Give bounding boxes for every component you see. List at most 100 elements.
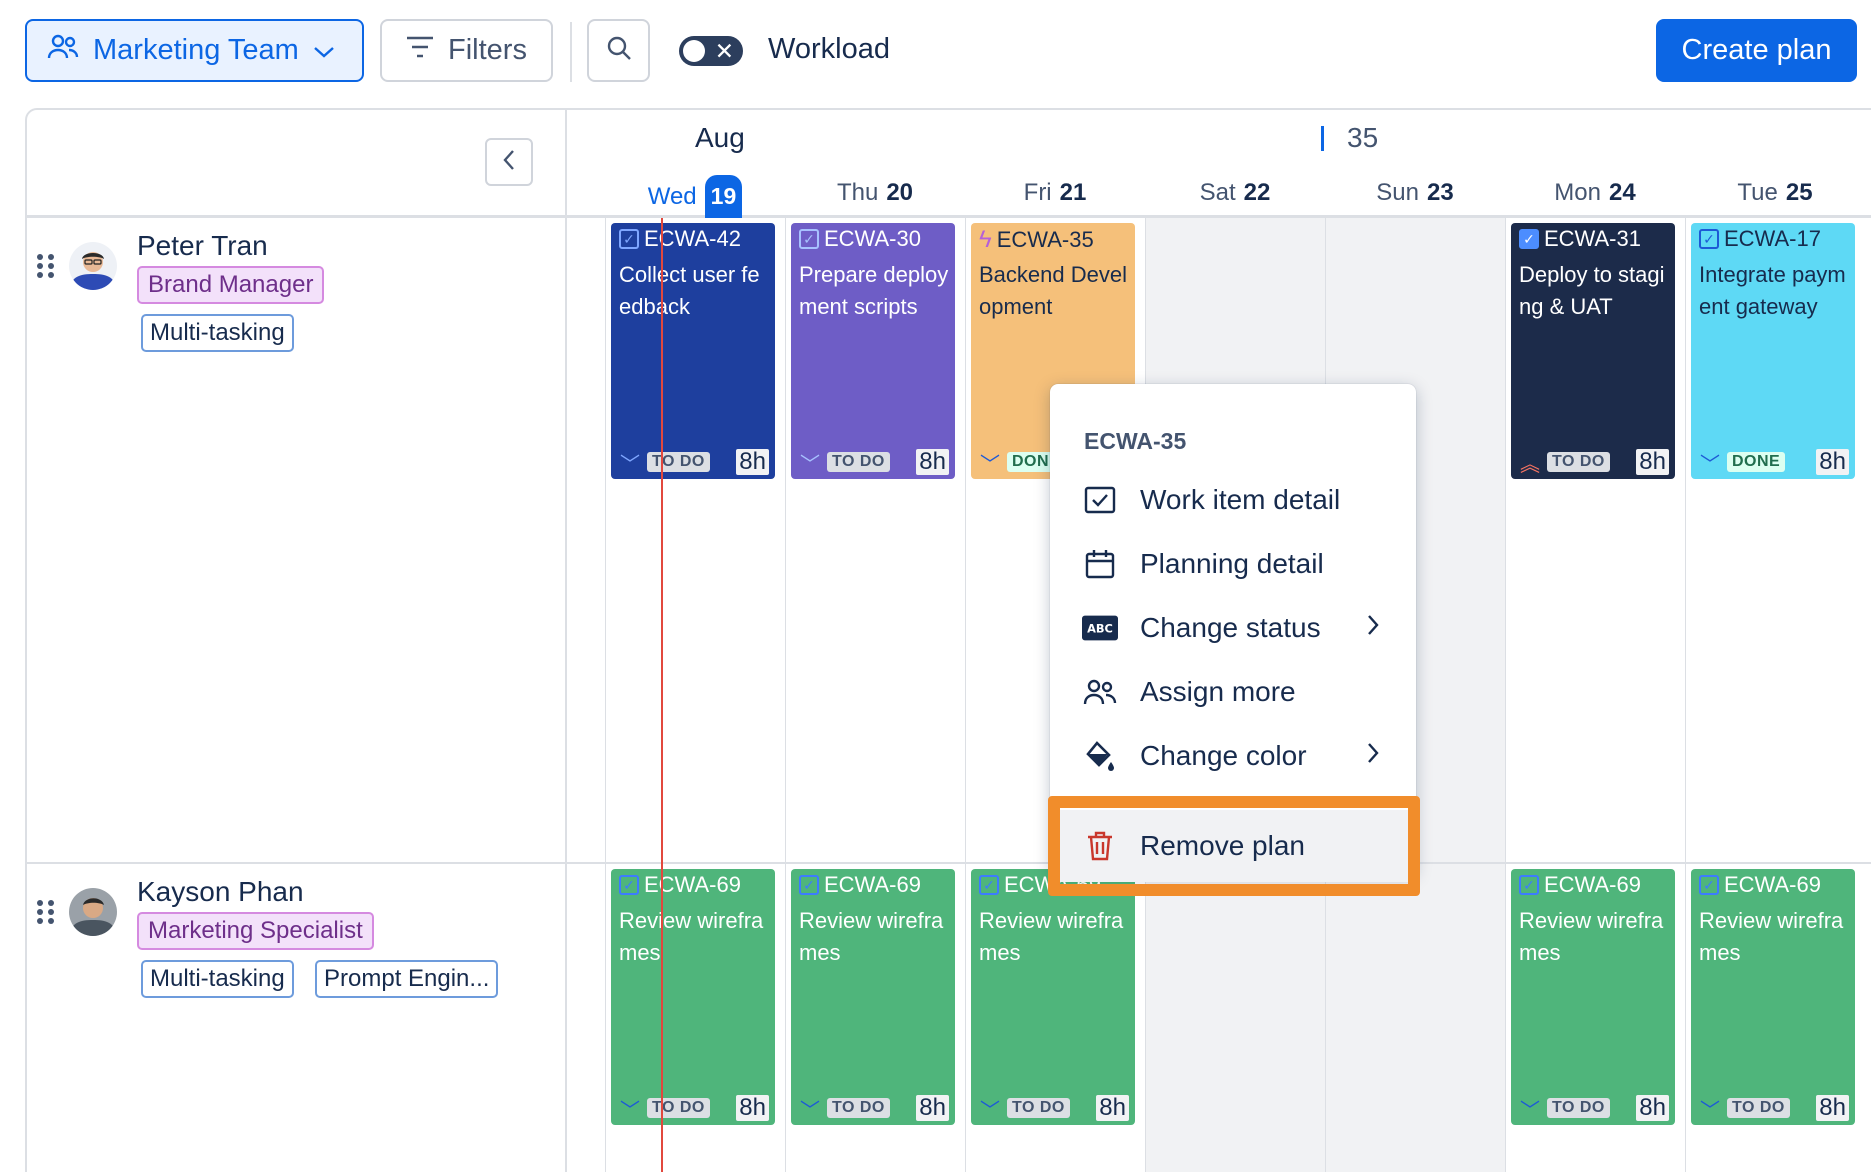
status-badge: TO DO: [647, 452, 710, 472]
drag-handle-icon[interactable]: [37, 900, 55, 924]
people-column-divider: [565, 108, 567, 1172]
checkbox-icon: [1082, 482, 1118, 518]
card-key-text: ECWA-31: [1544, 226, 1641, 251]
menu-item-label: Planning detail: [1140, 548, 1324, 579]
role-tag: Brand Manager: [137, 266, 325, 304]
plan-card-ecwa-31[interactable]: ✓ ECWA-31 Deploy to staging & UAT ︽ TO DO 8…: [1511, 223, 1675, 479]
menu-item-change-status[interactable]: ABC Change status: [1050, 600, 1416, 656]
priority-low-icon: ﹀: [980, 453, 1000, 476]
toolbar: Marketing Team Filters ✕ Workload Create…: [0, 0, 1871, 100]
plan-card-ecwa-42[interactable]: ✓ ECWA-42 Collect user feedback ﹀ TO DO 8h: [611, 223, 775, 479]
hours-badge: 8h: [1636, 1095, 1669, 1121]
card-footer: ︽ TO DO 8h: [1519, 449, 1669, 476]
card-key: ✓ ECWA-17: [1699, 226, 1821, 252]
check-icon: ✓: [799, 875, 819, 895]
menu-item-change-color[interactable]: Change color: [1050, 728, 1416, 784]
trash-icon: [1082, 828, 1118, 864]
collapse-panel-button[interactable]: [485, 138, 533, 186]
menu-item-label: Assign more: [1140, 676, 1296, 707]
priority-low-icon: ﹀: [1700, 1099, 1720, 1122]
epic-lightning-icon: ϟ: [979, 226, 992, 253]
priority-low-icon: ﹀: [1700, 453, 1720, 476]
day-header-sat: Sat 22: [1145, 179, 1325, 207]
card-title: Review wireframes: [1699, 908, 1844, 965]
priority-low-icon: ﹀: [980, 1099, 1000, 1122]
skill-tag: Multi-tasking: [141, 960, 294, 998]
priority-low-icon: ﹀: [800, 1099, 820, 1122]
abc-icon: ABC: [1082, 610, 1118, 646]
skill-tag: Prompt Engin...: [315, 960, 499, 998]
team-selector-label: Marketing Team: [93, 34, 299, 66]
avatar: [69, 242, 117, 290]
priority-low-icon: ﹀: [800, 453, 820, 476]
workload-toggle[interactable]: ✕: [679, 36, 743, 66]
hours-badge: 8h: [916, 449, 949, 475]
plan-card-ecwa-69[interactable]: ✓ ECWA-69 Review wireframes ﹀ TO DO 8h: [791, 869, 955, 1125]
search-icon: [606, 35, 632, 66]
create-plan-button[interactable]: Create plan: [1656, 19, 1857, 82]
card-key-text: ECWA-17: [1724, 226, 1821, 251]
priority-low-icon: ﹀: [1520, 1099, 1540, 1122]
priority-low-icon: ﹀: [620, 453, 640, 476]
week-marker: [1321, 126, 1324, 151]
plan-card-ecwa-69[interactable]: ✓ ECWA-69 Review wireframes ﹀ TO DO 8h: [1511, 869, 1675, 1125]
check-icon: ✓: [619, 875, 639, 895]
status-badge: TO DO: [647, 1098, 710, 1118]
check-icon: ✓: [1699, 875, 1719, 895]
card-title: Review wireframes: [979, 908, 1124, 965]
hours-badge: 8h: [736, 1095, 769, 1121]
search-button[interactable]: [587, 19, 650, 82]
plan-card-ecwa-17[interactable]: ✓ ECWA-17 Integrate payment gateway ﹀ DONE…: [1691, 223, 1855, 479]
day-header-wed: Wed 19: [605, 175, 785, 218]
status-badge: TO DO: [1007, 1098, 1070, 1118]
day-header-tue: Tue 25: [1685, 179, 1865, 207]
card-footer: ﹀ TO DO 8h: [619, 449, 769, 476]
card-footer: ﹀ TO DO 8h: [799, 449, 949, 476]
card-key: ✓ ECWA-69: [1519, 872, 1641, 898]
hours-badge: 8h: [916, 1095, 949, 1121]
card-footer: ﹀ TO DO 8h: [799, 1095, 949, 1122]
team-selector-button[interactable]: Marketing Team: [25, 19, 364, 82]
role-tag: Marketing Specialist: [137, 912, 374, 950]
drag-handle-icon[interactable]: [37, 254, 55, 278]
check-icon: ✓: [1519, 875, 1539, 895]
card-key: ✓ ECWA-69: [1699, 872, 1821, 898]
card-footer: ﹀ TO DO 8h: [1699, 1095, 1849, 1122]
card-title: Deploy to staging & UAT: [1519, 262, 1665, 319]
menu-item-label: Change status: [1140, 612, 1321, 643]
menu-item-work-item-detail[interactable]: Work item detail: [1050, 472, 1416, 528]
card-key-text: ECWA-30: [824, 226, 921, 251]
day-number: 22: [1243, 179, 1271, 206]
hours-badge: 8h: [1096, 1095, 1129, 1121]
filter-icon: [406, 34, 434, 67]
status-badge: TO DO: [827, 452, 890, 472]
day-number: 24: [1608, 179, 1636, 206]
menu-item-assign-more[interactable]: Assign more: [1050, 664, 1416, 720]
check-icon: ✓: [799, 229, 819, 249]
chevron-left-icon: [502, 147, 516, 178]
plan-card-ecwa-69[interactable]: ✓ ECWA-69 Review wireframes ﹀ TO DO 8h: [1691, 869, 1855, 1125]
card-key: ✓ ECWA-69: [619, 872, 741, 898]
context-menu: ECWA-35 Work item detail Planning detail…: [1050, 384, 1416, 874]
card-key-text: ECWA-69: [644, 872, 741, 897]
hours-badge: 8h: [736, 449, 769, 475]
chevron-right-icon: [1366, 740, 1380, 772]
plan-card-ecwa-30[interactable]: ✓ ECWA-30 Prepare deployment scripts ﹀ TO …: [791, 223, 955, 479]
plan-card-ecwa-69[interactable]: ✓ ECWA-69 Review wireframes ﹀ TO DO 8h: [611, 869, 775, 1125]
menu-item-remove-plan[interactable]: Remove plan: [1060, 810, 1408, 882]
card-key: ✓ ECWA-30: [799, 226, 921, 252]
check-icon: ✓: [979, 875, 999, 895]
card-key-text: ECWA-69: [1544, 872, 1641, 897]
card-title: Review wireframes: [619, 908, 764, 965]
plan-card-ecwa-69[interactable]: ✓ ECWA-69 Review wireframes ﹀ TO DO 8h: [971, 869, 1135, 1125]
check-icon: ✓: [619, 229, 639, 249]
card-key-text: ECWA-69: [824, 872, 921, 897]
card-title: Review wireframes: [799, 908, 944, 965]
filters-button[interactable]: Filters: [380, 19, 553, 82]
menu-item-planning-detail[interactable]: Planning detail: [1050, 536, 1416, 592]
card-key: ϟ ECWA-35: [979, 226, 1094, 254]
workload-label: Workload: [768, 33, 890, 65]
card-title: Backend Development: [979, 262, 1127, 319]
svg-text:ABC: ABC: [1087, 622, 1113, 636]
day-name: Fri: [1023, 179, 1052, 206]
